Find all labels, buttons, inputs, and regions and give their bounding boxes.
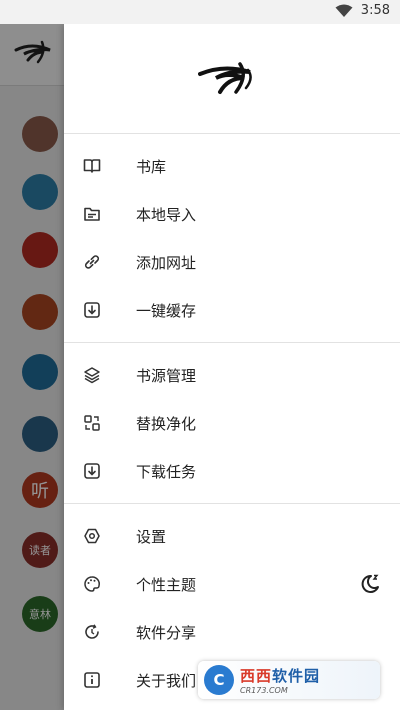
drawer-logo-icon <box>198 62 262 104</box>
menu-item-theme[interactable]: 个性主题 <box>64 560 400 608</box>
drawer-menu: 书库本地导入添加网址一键缓存书源管理替换净化下载任务设置个性主题软件分享关于我们 <box>64 134 400 710</box>
status-icons: 3:58 <box>335 3 390 18</box>
menu-item-bookshelf[interactable]: 书库 <box>64 142 400 190</box>
menu-item-label: 个性主题 <box>136 575 197 594</box>
drawer-section: 书源管理替换净化下载任务 <box>64 343 400 504</box>
menu-item-one-click-cache[interactable]: 一键缓存 <box>64 286 400 334</box>
night-mode-icon[interactable] <box>358 572 382 600</box>
menu-item-share-app[interactable]: 软件分享 <box>64 608 400 656</box>
folder-icon <box>80 202 104 226</box>
status-bar: 3:58 <box>0 0 400 24</box>
menu-item-label: 添加网址 <box>136 253 197 272</box>
menu-item-label: 替换净化 <box>136 414 197 433</box>
download-icon <box>80 298 104 322</box>
palette-icon <box>80 572 104 596</box>
menu-item-label: 关于我们 <box>136 671 197 690</box>
info-icon <box>80 668 104 692</box>
watermark-title: 西西软件园 <box>240 667 321 685</box>
settings-icon <box>80 524 104 548</box>
clock: 3:58 <box>360 3 390 18</box>
book-icon <box>80 154 104 178</box>
wifi-icon <box>335 4 353 18</box>
replace-icon <box>80 411 104 435</box>
share-icon <box>80 620 104 644</box>
drawer-header <box>64 24 400 134</box>
menu-item-replace-purify[interactable]: 替换净化 <box>64 399 400 447</box>
download-task-icon <box>80 459 104 483</box>
menu-item-source-management[interactable]: 书源管理 <box>64 351 400 399</box>
menu-item-settings[interactable]: 设置 <box>64 512 400 560</box>
menu-item-label: 书源管理 <box>136 366 197 385</box>
menu-item-label: 本地导入 <box>136 205 197 224</box>
watermark-logo: C 西西软件园 CR173.COM <box>198 661 380 699</box>
navigation-drawer: 书库本地导入添加网址一键缓存书源管理替换净化下载任务设置个性主题软件分享关于我们 <box>64 24 400 710</box>
menu-item-label: 一键缓存 <box>136 301 197 320</box>
menu-item-download-tasks[interactable]: 下载任务 <box>64 447 400 495</box>
link-icon <box>80 250 104 274</box>
menu-item-add-url[interactable]: 添加网址 <box>64 238 400 286</box>
menu-item-label: 软件分享 <box>136 623 197 642</box>
layers-icon <box>80 363 104 387</box>
watermark-subtitle: CR173.COM <box>240 686 288 695</box>
drawer-section: 书库本地导入添加网址一键缓存 <box>64 134 400 343</box>
watermark-text: 西西软件园 CR173.COM <box>240 665 320 695</box>
watermark-badge: C <box>204 665 234 695</box>
menu-item-local-import[interactable]: 本地导入 <box>64 190 400 238</box>
menu-item-label: 书库 <box>136 157 167 176</box>
menu-item-label: 下载任务 <box>136 462 197 481</box>
menu-item-label: 设置 <box>136 527 167 546</box>
